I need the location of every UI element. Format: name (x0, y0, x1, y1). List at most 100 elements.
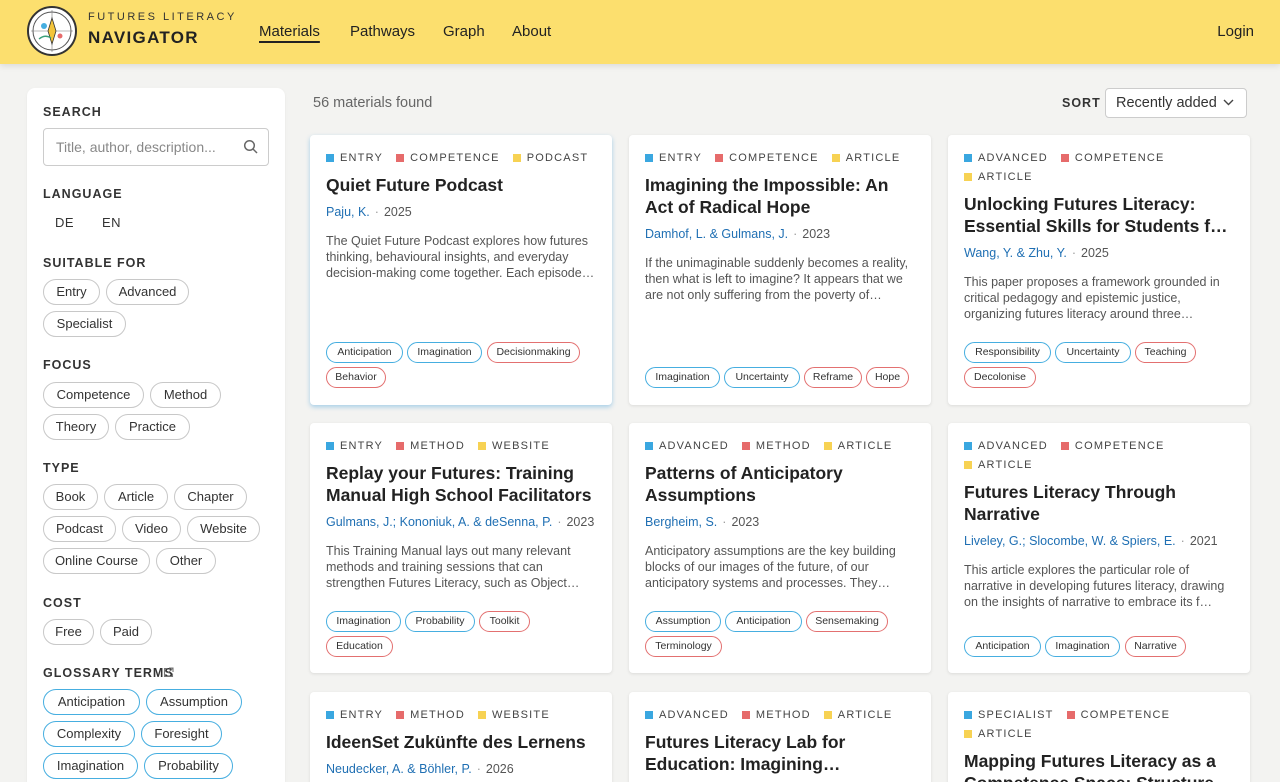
login-link[interactable]: Login (1217, 23, 1254, 40)
material-card[interactable]: SPECIALIST COMPETENCE ARTICLE Mapping Fu… (948, 692, 1250, 782)
material-card[interactable]: ADVANCED COMPETENCE ARTICLE Unlocking Fu… (948, 135, 1250, 405)
material-card[interactable]: ADVANCED METHOD ARTICLE Patterns of Anti… (629, 423, 931, 673)
card-tag[interactable]: Probability (405, 611, 475, 632)
material-card[interactable]: ENTRY METHOD WEBSITE Replay your Futures… (310, 423, 612, 673)
filter-video[interactable]: Video (122, 516, 181, 542)
filter-chapter[interactable]: Chapter (174, 484, 247, 510)
card-tag[interactable]: Imagination (407, 342, 482, 363)
material-card[interactable]: ENTRY COMPETENCE ARTICLE Imagining the I… (629, 135, 931, 405)
card-meta: ENTRY METHOD WEBSITE (326, 440, 563, 452)
filter-specialist[interactable]: Specialist (43, 311, 126, 337)
card-tag[interactable]: Hope (866, 367, 909, 388)
card-title[interactable]: IdeenSet Zukünfte des Lernens (326, 731, 598, 753)
level-meta: ADVANCED (645, 440, 729, 452)
card-tag[interactable]: Narrative (1125, 636, 1186, 657)
card-tag[interactable]: Reframe (804, 367, 862, 388)
card-tag[interactable]: Responsibility (964, 342, 1051, 363)
card-meta: ARTICLE (964, 459, 1046, 471)
card-title[interactable]: Futures Literacy Through Narrative (964, 481, 1236, 525)
level-meta: SPECIALIST (964, 709, 1054, 721)
nav-about[interactable]: About (512, 23, 551, 40)
card-title[interactable]: Patterns of Anticipatory Assumptions (645, 462, 917, 506)
filter-entry[interactable]: Entry (43, 279, 100, 305)
card-title[interactable]: Imagining the Impossible: An Act of Radi… (645, 174, 917, 218)
card-tag[interactable]: Assumption (645, 611, 721, 632)
filter-free[interactable]: Free (43, 619, 94, 645)
card-tag[interactable]: Anticipation (326, 342, 403, 363)
suitable-for-heading: SUITABLE FOR (43, 256, 147, 270)
card-description: This article explores the particular rol… (964, 563, 1225, 609)
focus-meta: METHOD (741, 440, 811, 452)
card-tag[interactable]: Decolonise (964, 367, 1036, 388)
card-authors: Paju, K. · 2025 (326, 205, 412, 219)
glossary-assumption[interactable]: Assumption (146, 689, 242, 715)
logo[interactable] (27, 6, 77, 56)
filter-advanced[interactable]: Advanced (106, 279, 189, 305)
glossary-heading: GLOSSARY TERMS (43, 666, 174, 680)
filter-theory[interactable]: Theory (43, 414, 109, 440)
glossary-anticipation[interactable]: Anticipation (43, 689, 140, 715)
filter-method[interactable]: Method (150, 382, 221, 408)
nav-materials[interactable]: Materials (259, 23, 320, 40)
filter-article[interactable]: Article (104, 484, 168, 510)
card-title[interactable]: Unlocking Futures Literacy: Essential Sk… (964, 193, 1236, 237)
sort-select[interactable]: Recently added (1105, 88, 1247, 118)
card-tag[interactable]: Anticipation (964, 636, 1041, 657)
language-option-de[interactable]: DE (55, 215, 74, 230)
card-tag[interactable]: Education (326, 636, 393, 657)
focus-meta: COMPETENCE (1060, 440, 1165, 452)
card-authors: Bergheim, S. · 2023 (645, 515, 760, 529)
card-meta: ADVANCED METHOD ARTICLE (645, 709, 905, 721)
material-card[interactable]: ADVANCED METHOD ARTICLE Futures Literacy… (629, 692, 931, 782)
nav-graph[interactable]: Graph (443, 23, 485, 40)
language-option-en[interactable]: EN (102, 215, 121, 230)
card-tag[interactable]: Sensemaking (806, 611, 888, 632)
material-card[interactable]: ENTRY COMPETENCE PODCAST Quiet Future Po… (310, 135, 612, 405)
filter-sidebar: SEARCH LANGUAGE DE EN SUITABLE FOR Entry… (27, 88, 285, 782)
focus-meta: METHOD (741, 709, 811, 721)
focus-meta: COMPETENCE (715, 152, 819, 164)
card-tag[interactable]: Uncertainty (724, 367, 800, 388)
card-meta: ENTRY COMPETENCE PODCAST (326, 152, 601, 164)
card-tag[interactable]: Terminology (645, 636, 722, 657)
card-tag[interactable]: Imagination (1045, 636, 1120, 657)
card-tag[interactable]: Toolkit (479, 611, 530, 632)
type-meta: ARTICLE (823, 440, 893, 452)
card-authors: Wang, Y. & Zhu, Y. · 2025 (964, 246, 1109, 260)
search-input[interactable] (44, 129, 234, 165)
level-meta: ADVANCED (964, 152, 1048, 164)
glossary-imagination[interactable]: Imagination (43, 753, 138, 779)
card-meta: ARTICLE (964, 171, 1046, 183)
card-tag[interactable]: Decisionmaking (487, 342, 580, 363)
filter-book[interactable]: Book (43, 484, 98, 510)
glossary-complexity[interactable]: Complexity (43, 721, 135, 747)
filter-website[interactable]: Website (187, 516, 260, 542)
card-tag[interactable]: Imagination (645, 367, 720, 388)
level-meta: ENTRY (326, 152, 383, 164)
results-count: 56 materials found (313, 95, 433, 111)
card-tag[interactable]: Anticipation (725, 611, 802, 632)
filter-paid[interactable]: Paid (100, 619, 152, 645)
card-title[interactable]: Mapping Futures Literacy as a Competence… (964, 750, 1236, 782)
external-link-icon[interactable] (163, 667, 174, 678)
card-title[interactable]: Quiet Future Podcast (326, 174, 598, 196)
material-card[interactable]: ADVANCED COMPETENCE ARTICLE Futures Lite… (948, 423, 1250, 673)
card-title[interactable]: Replay your Futures: Training Manual Hig… (326, 462, 598, 506)
card-tag[interactable]: Behavior (326, 367, 386, 388)
glossary-probability[interactable]: Probability (144, 753, 233, 779)
search-heading: SEARCH (43, 105, 102, 119)
card-tag[interactable]: Teaching (1135, 342, 1196, 363)
card-tag[interactable]: Imagination (326, 611, 401, 632)
filter-podcast[interactable]: Podcast (43, 516, 116, 542)
search-icon[interactable] (243, 139, 259, 155)
filter-other[interactable]: Other (156, 548, 216, 574)
card-tag[interactable]: Uncertainty (1055, 342, 1131, 363)
card-title[interactable]: Futures Literacy Lab for Education: Imag… (645, 731, 917, 775)
filter-online-course[interactable]: Online Course (43, 548, 150, 574)
nav-pathways[interactable]: Pathways (350, 23, 415, 40)
material-card[interactable]: ENTRY METHOD WEBSITE IdeenSet Zukünfte d… (310, 692, 612, 782)
language-heading: LANGUAGE (43, 187, 123, 201)
filter-competence[interactable]: Competence (43, 382, 144, 408)
glossary-foresight[interactable]: Foresight (141, 721, 222, 747)
filter-practice[interactable]: Practice (115, 414, 190, 440)
